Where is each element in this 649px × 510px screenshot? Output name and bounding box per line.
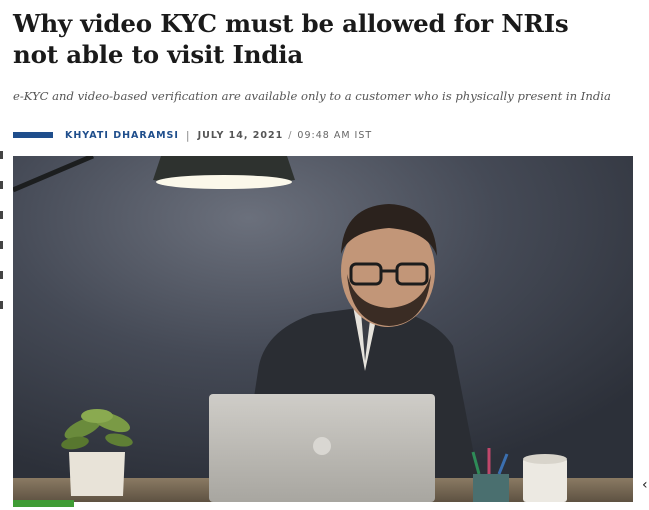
- byline-separator: |: [185, 128, 191, 142]
- author-link[interactable]: KHYATI DHARAMSI: [65, 130, 179, 141]
- publish-time: 09:48 AM IST: [297, 129, 373, 141]
- byline: KHYATI DHARAMSI | JULY 14, 2021 / 09:48 …: [13, 128, 372, 142]
- byline-slash: /: [288, 129, 293, 141]
- byline-accent-bar: [13, 132, 53, 138]
- publish-date: JULY 14, 2021: [197, 129, 284, 141]
- laptop: [209, 394, 435, 502]
- slide-indicator: [13, 500, 74, 507]
- chevron-left-icon[interactable]: ‹: [642, 477, 648, 493]
- article-headline: Why video KYC must be allowed for NRIs n…: [13, 9, 569, 69]
- coffee-mug: [523, 454, 567, 502]
- hero-illustration: [13, 156, 633, 502]
- article-subheadline: e-KYC and video-based verification are a…: [13, 89, 611, 103]
- hero-image: [13, 156, 633, 502]
